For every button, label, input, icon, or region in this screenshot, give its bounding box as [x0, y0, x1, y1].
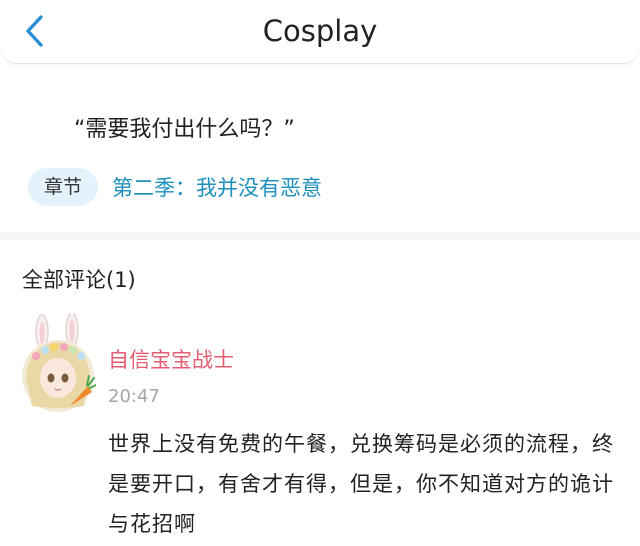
comment-username[interactable]: 自信宝宝战士 — [108, 344, 234, 374]
chapter-row: 章节 第二季：我并没有恶意 — [28, 168, 322, 206]
section-divider — [0, 232, 640, 240]
comment-timestamp: 20:47 — [108, 386, 160, 407]
avatar-image — [22, 312, 99, 412]
comment-text: 世界上没有免费的午餐，兑换筹码是必须的流程，终是要开口，有舍才有得，但是，你不知… — [108, 432, 614, 536]
top-navigation-bar: Cosplay — [0, 0, 640, 64]
comments-heading: 全部评论(1) — [22, 268, 136, 292]
chapter-link[interactable]: 第二季：我并没有恶意 — [112, 172, 322, 202]
quote-text: “需要我付出什么吗？” — [74, 117, 295, 142]
avatar[interactable] — [20, 312, 99, 412]
chapter-tag: 章节 — [28, 168, 99, 206]
page-title: Cosplay — [262, 14, 378, 48]
